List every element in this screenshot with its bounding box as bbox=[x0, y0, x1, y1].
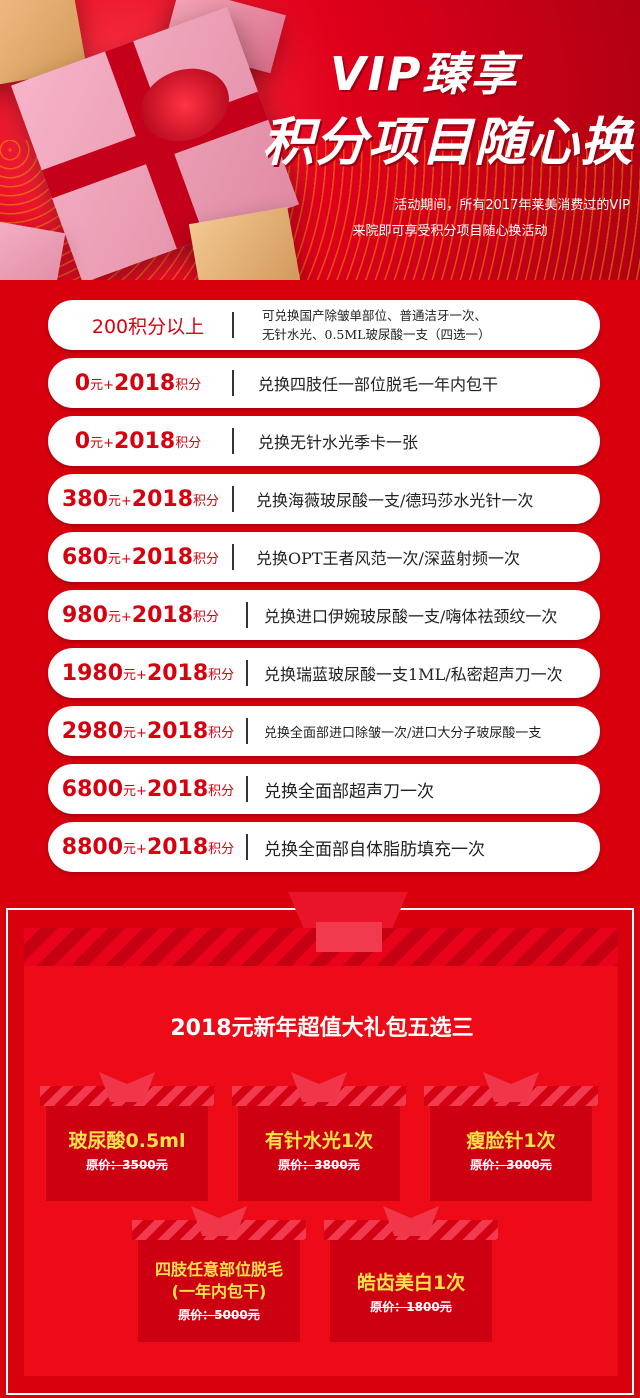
offer-row: 200积分以上 可兑换国产除皱单部位、普通洁牙一次、 无针水光、0.5ML玻尿酸… bbox=[48, 300, 600, 350]
gift-name-line1: 四肢任意部位脱毛 bbox=[154, 1260, 283, 1279]
offer-description-line1: 可兑换国产除皱单部位、普通洁牙一次、 bbox=[262, 308, 488, 323]
offer-price: 680 元+ 2018 积分 bbox=[61, 544, 220, 570]
offer-row: 0 元+ 2018 积分 兑换无针水光季卡一张 bbox=[48, 416, 600, 466]
offer-row: 8800 元+ 2018 积分 兑换全面部自体脂肪填充一次 bbox=[48, 822, 600, 872]
offer-price: 980 元+ 2018 积分 bbox=[61, 602, 220, 628]
offer-row: 2980 元+ 2018 积分 兑换全面部进口除皱一次/进口大分子玻尿酸一支 bbox=[48, 706, 600, 756]
offer-row: 380 元+ 2018 积分 兑换海薇玻尿酸一支/德玛莎水光针一次 bbox=[48, 474, 600, 524]
gift-card: 玻尿酸0.5ml 原价：3500元 bbox=[40, 1072, 214, 1201]
offer-description: 可兑换国产除皱单部位、普通洁牙一次、 无针水光、0.5ML玻尿酸一支（四选一） bbox=[262, 300, 490, 350]
offer-row: 6800 元+ 2018 积分 兑换全面部超声刀一次 bbox=[48, 764, 600, 814]
gift-original-price: 原价：1800元 bbox=[370, 1300, 452, 1314]
offer-price: 8800 元+ 2018 积分 bbox=[61, 834, 235, 860]
gift-original-price: 原价：3800元 bbox=[278, 1158, 360, 1172]
offer-price: 200积分以上 bbox=[91, 315, 205, 338]
hero-subtitle-line2: 来院即可享受积分项目随心换活动 bbox=[352, 224, 548, 239]
gift-name: 皓齿美白1次 bbox=[356, 1272, 466, 1294]
divider bbox=[246, 776, 248, 802]
gift-package-section: 2018元新年超值大礼包五选三 玻尿酸0.5ml 原价：3500元 有针水光1次… bbox=[6, 892, 634, 1395]
gift-card: 瘦脸针1次 原价：3000元 bbox=[424, 1072, 598, 1201]
gift-card: 四肢任意部位脱毛 (一年内包干) 原价：5000元 bbox=[132, 1206, 306, 1342]
offer-description: 兑换瑞蓝玻尿酸一支1ML/私密超声刀一次 bbox=[264, 665, 563, 684]
divider bbox=[246, 660, 248, 686]
offer-description: 兑换全面部超声刀一次 bbox=[264, 781, 434, 802]
divider bbox=[232, 428, 234, 454]
gift-name: 玻尿酸0.5ml bbox=[68, 1130, 186, 1152]
hero-title-line2: 积分项目随心换 bbox=[262, 113, 634, 173]
offer-description: 兑换OPT王者风范一次/深蓝射频一次 bbox=[256, 549, 520, 568]
divider bbox=[246, 834, 248, 860]
hero-title-line1: VIP臻享 bbox=[330, 47, 519, 101]
hero-subtitle-line1: 活动期间，所有2017年莱美消费过的VIP bbox=[394, 198, 630, 213]
gift-name: 瘦脸针1次 bbox=[466, 1130, 556, 1152]
offer-description: 兑换无针水光季卡一张 bbox=[258, 433, 419, 452]
offer-price: 0 元+ 2018 积分 bbox=[74, 370, 202, 396]
offer-description: 兑换海薇玻尿酸一支/德玛莎水光针一次 bbox=[256, 491, 534, 510]
offer-price: 6800 元+ 2018 积分 bbox=[61, 776, 235, 802]
offer-description: 兑换四肢任一部位脱毛一年内包干 bbox=[258, 375, 499, 394]
divider bbox=[246, 602, 248, 628]
offer-price: 380 元+ 2018 积分 bbox=[61, 486, 220, 512]
gift-name-line2: (一年内包干) bbox=[171, 1282, 267, 1301]
offer-row: 980 元+ 2018 积分 兑换进口伊婉玻尿酸一支/嗨体祛颈纹一次 bbox=[48, 590, 600, 640]
package-bow-knot bbox=[316, 922, 382, 952]
offer-row: 1980 元+ 2018 积分 兑换瑞蓝玻尿酸一支1ML/私密超声刀一次 bbox=[48, 648, 600, 698]
offer-price: 1980 元+ 2018 积分 bbox=[61, 660, 235, 686]
offer-row: 680 元+ 2018 积分 兑换OPT王者风范一次/深蓝射频一次 bbox=[48, 532, 600, 582]
divider bbox=[232, 312, 234, 338]
divider bbox=[246, 718, 248, 744]
package-title: 2018元新年超值大礼包五选三 bbox=[170, 1016, 474, 1041]
offer-price: 2980 元+ 2018 积分 bbox=[61, 718, 235, 744]
gift-card: 有针水光1次 原价：3800元 bbox=[232, 1072, 406, 1201]
gift-card: 皓齿美白1次 原价：1800元 bbox=[324, 1206, 498, 1342]
divider bbox=[232, 544, 234, 570]
divider bbox=[232, 370, 234, 396]
offer-description-line2: 无针水光、0.5ML玻尿酸一支（四选一） bbox=[262, 327, 491, 342]
divider bbox=[232, 486, 234, 512]
gift-name: 有针水光1次 bbox=[264, 1130, 374, 1152]
offer-description: 兑换全面部进口除皱一次/进口大分子玻尿酸一支 bbox=[264, 725, 542, 741]
gift-original-price: 原价：5000元 bbox=[178, 1308, 260, 1322]
offer-description: 兑换进口伊婉玻尿酸一支/嗨体祛颈纹一次 bbox=[264, 607, 558, 626]
gift-original-price: 原价：3000元 bbox=[470, 1158, 552, 1172]
offer-row: 0 元+ 2018 积分 兑换四肢任一部位脱毛一年内包干 bbox=[48, 358, 600, 408]
offer-description: 兑换全面部自体脂肪填充一次 bbox=[264, 839, 485, 860]
offer-price: 0 元+ 2018 积分 bbox=[74, 428, 202, 454]
gift-original-price: 原价：3500元 bbox=[86, 1158, 168, 1172]
hero-banner: VIP臻享 积分项目随心换 活动期间，所有2017年莱美消费过的VIP 来院即可… bbox=[0, 0, 640, 280]
